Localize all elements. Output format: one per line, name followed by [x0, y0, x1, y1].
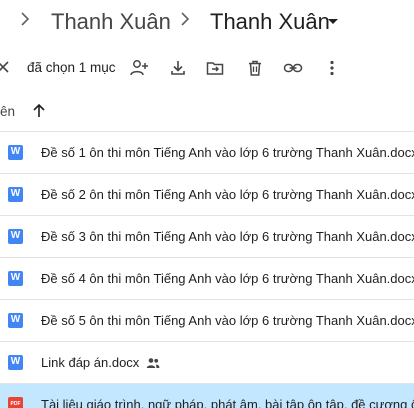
name-column-header[interactable]: ên	[0, 104, 15, 119]
close-icon[interactable]	[0, 56, 16, 80]
delete-icon[interactable]	[245, 58, 265, 78]
file-row[interactable]: Đề số 2 ôn thi môn Tiếng Anh vào lớp 6 t…	[0, 174, 414, 216]
breadcrumb: Thanh Xuân Thanh Xuân	[0, 0, 414, 44]
word-document-icon	[8, 229, 23, 244]
file-row[interactable]: Link đáp án.docx	[0, 342, 414, 384]
breadcrumb-parent-folder[interactable]: Thanh Xuân	[51, 9, 171, 35]
download-icon[interactable]	[168, 58, 188, 78]
file-name: Link đáp án.docx	[41, 355, 140, 370]
selection-count: đã chọn 1 mục	[27, 60, 116, 75]
shared-people-icon	[146, 356, 160, 370]
file-row[interactable]: Đề số 5 ôn thi môn Tiếng Anh vào lớp 6 t…	[0, 300, 414, 342]
file-name: Đề số 2 ôn thi môn Tiếng Anh vào lớp 6 t…	[41, 187, 414, 202]
selection-action-bar: đã chọn 1 mục	[0, 52, 414, 84]
file-name: Tài liệu giáo trình, ngữ pháp, phát âm, …	[41, 397, 414, 408]
arrow-up-icon[interactable]	[30, 102, 48, 120]
file-name: Đề số 1 ôn thi môn Tiếng Anh vào lớp 6 t…	[41, 145, 414, 160]
file-row[interactable]: Đề số 4 ôn thi môn Tiếng Anh vào lớp 6 t…	[0, 258, 414, 300]
chevron-right-icon	[180, 10, 190, 33]
file-row-selected[interactable]: Tài liệu giáo trình, ngữ pháp, phát âm, …	[0, 384, 414, 408]
column-header-row: ên	[0, 92, 414, 132]
word-document-icon	[8, 187, 23, 202]
word-document-icon	[8, 145, 23, 160]
chevron-right-icon	[20, 10, 30, 33]
file-row[interactable]: Đề số 3 ôn thi môn Tiếng Anh vào lớp 6 t…	[0, 216, 414, 258]
file-name: Đề số 4 ôn thi môn Tiếng Anh vào lớp 6 t…	[41, 271, 414, 286]
copy-link-icon[interactable]	[283, 58, 303, 78]
share-icon[interactable]	[129, 58, 149, 78]
pdf-file-icon	[8, 397, 23, 408]
more-options-icon[interactable]	[322, 58, 342, 78]
file-row[interactable]: Đề số 1 ôn thi môn Tiếng Anh vào lớp 6 t…	[0, 132, 414, 174]
word-document-icon	[8, 271, 23, 286]
file-name: Đề số 3 ôn thi môn Tiếng Anh vào lớp 6 t…	[41, 229, 414, 244]
word-document-icon	[8, 355, 23, 370]
breadcrumb-current-folder[interactable]: Thanh Xuân	[210, 9, 330, 35]
word-document-icon	[8, 313, 23, 328]
caret-down-icon[interactable]	[328, 19, 338, 24]
file-name: Đề số 5 ôn thi môn Tiếng Anh vào lớp 6 t…	[41, 313, 414, 328]
move-to-folder-icon[interactable]	[205, 58, 225, 78]
